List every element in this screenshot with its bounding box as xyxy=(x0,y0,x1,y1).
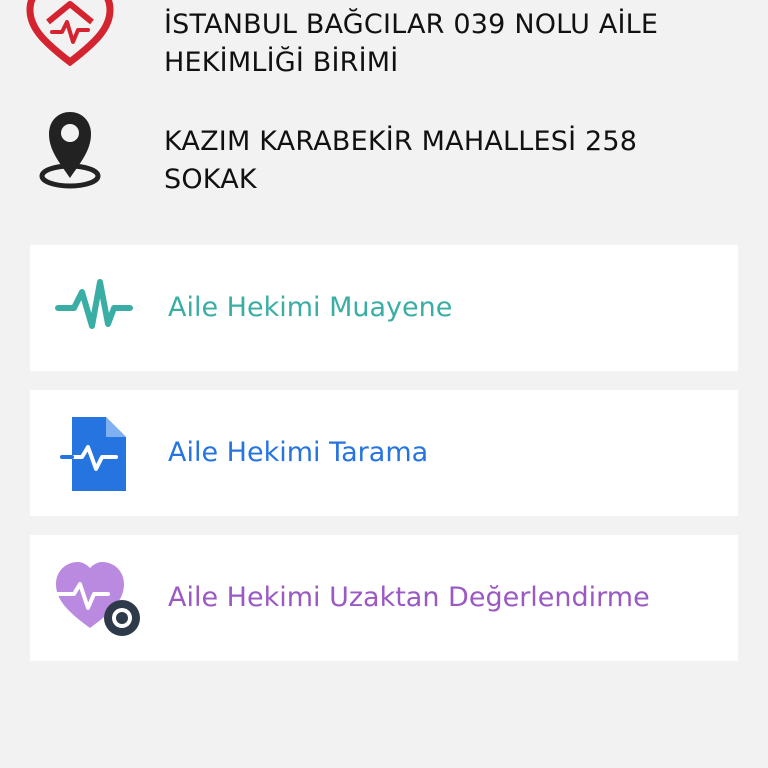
service-card-muayene[interactable]: Aile Hekimi Muayene xyxy=(30,245,738,371)
heart-house-logo-icon xyxy=(22,0,118,66)
clinic-address-row: KAZIM KARABEKİR MAHALLESİ 258 SOKAK xyxy=(0,100,768,200)
clinic-header: İSTANBUL BAĞCILAR 039 NOLU AİLE HEKİMLİĞ… xyxy=(0,0,768,90)
medical-document-icon xyxy=(52,413,136,493)
service-label-muayene: Aile Hekimi Muayene xyxy=(168,292,453,323)
heart-camera-icon xyxy=(52,558,140,638)
location-pin-icon xyxy=(22,106,118,190)
clinic-address: KAZIM KARABEKİR MAHALLESİ 258 SOKAK xyxy=(164,126,638,195)
service-card-uzaktan[interactable]: Aile Hekimi Uzaktan Değerlendirme xyxy=(30,535,738,661)
service-card-tarama[interactable]: Aile Hekimi Tarama xyxy=(30,390,738,516)
clinic-name: İSTANBUL BAĞCILAR 039 NOLU AİLE HEKİMLİĞ… xyxy=(164,9,659,78)
service-label-uzaktan: Aile Hekimi Uzaktan Değerlendirme xyxy=(168,582,650,613)
service-label-tarama: Aile Hekimi Tarama xyxy=(168,437,429,468)
heartbeat-pulse-icon xyxy=(52,268,136,348)
